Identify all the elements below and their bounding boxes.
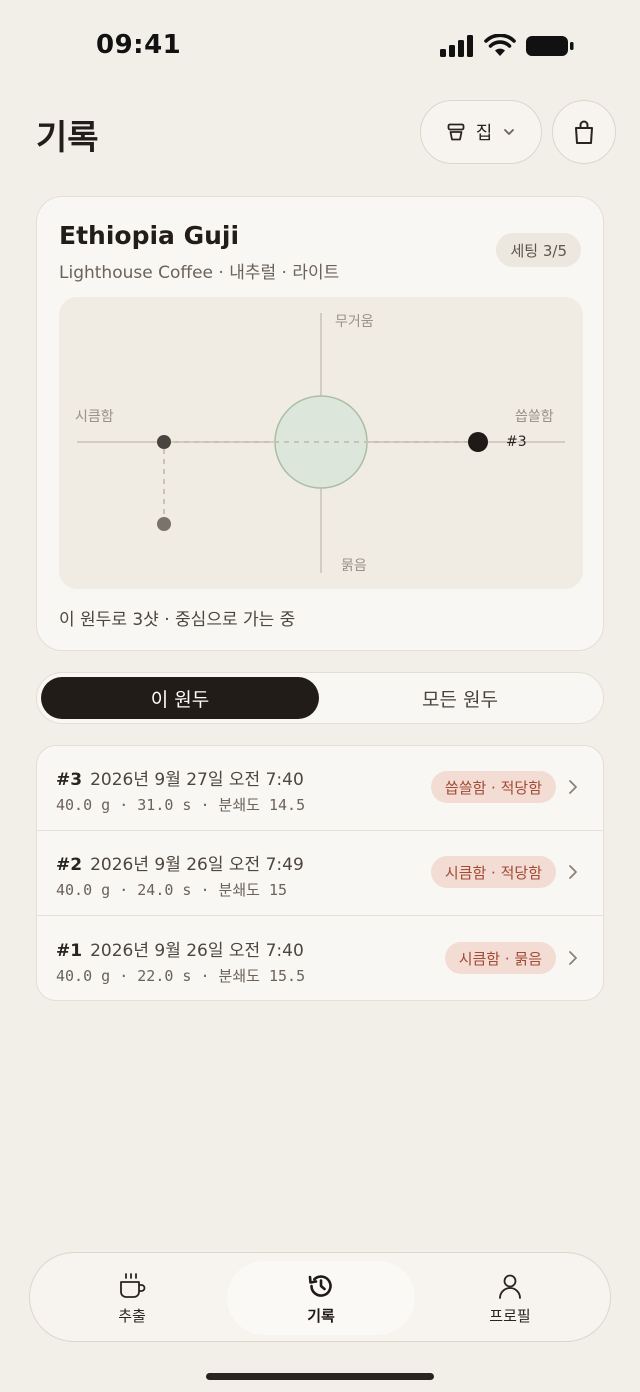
bean-name: Ethiopia Guji [59,221,240,250]
shot-number: #3 [56,770,83,790]
shot-point-2 [157,435,171,449]
wifi-icon [484,34,516,56]
bottom-nav: 추출 기록 프로필 [29,1252,611,1342]
tab-all-beans[interactable]: 모든 원두 [319,677,601,719]
espresso-machine-icon [447,123,465,141]
history-row[interactable]: #3 2026년 9월 27일 오전 7:40 40.0 g · 31.0 s ·… [37,746,603,831]
taste-compass-graphic [77,313,565,573]
location-selector[interactable]: 집 [420,100,542,164]
shot-point-3 [468,432,488,452]
row-header: #2 2026년 9월 26일 오전 7:49 [56,850,304,875]
status-bar: 09:41 [0,0,640,90]
chevron-right-icon [569,865,577,879]
axis-label-bottom: 묽음 [341,558,367,574]
nav-item-history[interactable]: 기록 [227,1261,415,1335]
status-time: 09:41 [96,30,182,60]
location-label: 집 [475,123,493,144]
progress-text: 이 원두로 3샷 · 중심으로 가는 중 [59,610,296,630]
shot-history-list: #3 2026년 9월 27일 오전 7:40 40.0 g · 31.0 s ·… [36,745,604,1001]
nav-item-profile[interactable]: 프로필 [416,1261,604,1335]
shot-point-1 [157,517,171,531]
page-title: 기록 [36,118,99,158]
history-row[interactable]: #2 2026년 9월 26일 오전 7:49 40.0 g · 24.0 s ·… [37,831,603,916]
nav-label: 프로필 [489,1307,531,1325]
taste-tag: 시큼함 · 묽음 [444,942,556,974]
nav-item-brew[interactable]: 추출 [38,1261,226,1335]
shopping-bag-button[interactable] [552,100,616,164]
current-shot-label: #3 [506,434,527,450]
axis-label-top: 무거움 [335,314,374,330]
row-header: #1 2026년 9월 26일 오전 7:40 [56,936,304,961]
status-icons [440,34,574,58]
taste-tag: 시큼함 · 적당함 [430,856,556,888]
shot-stats: 40.0 g · 24.0 s · 분쇄도 15 [56,881,288,899]
header: 기록 집 [0,100,640,164]
cellular-signal-icon [440,35,473,57]
home-indicator [206,1373,434,1380]
battery-icon [526,36,574,56]
shot-stats: 40.0 g · 31.0 s · 분쇄도 14.5 [56,796,306,814]
bean-card[interactable]: Ethiopia Guji Lighthouse Coffee · 내추럴 · … [36,196,604,651]
bean-subtitle: Lighthouse Coffee · 내추럴 · 라이트 [59,263,340,283]
taste-compass: 무거움 묽음 시큼함 씁쓸함 #3 [59,297,583,589]
axis-label-right: 씁쓸함 [515,409,554,425]
row-header: #3 2026년 9월 27일 오전 7:40 [56,765,304,790]
shot-date: 2026년 9월 27일 오전 7:40 [90,770,304,790]
shot-number: #2 [56,855,83,875]
chevron-down-icon [504,129,515,135]
nav-label: 기록 [307,1307,335,1325]
taste-tag: 씁쓸함 · 적당함 [430,771,556,803]
shot-date: 2026년 9월 26일 오전 7:49 [90,855,304,875]
chevron-right-icon [569,951,577,965]
history-row[interactable]: #1 2026년 9월 26일 오전 7:40 40.0 g · 22.0 s ·… [37,917,603,1000]
bean-filter-segmented: 이 원두 모든 원두 [36,672,604,724]
shopping-bag-icon [575,120,593,144]
setting-badge: 세팅 3/5 [496,233,581,267]
coffee-cup-icon [120,1273,146,1298]
shot-stats: 40.0 g · 22.0 s · 분쇄도 15.5 [56,967,306,985]
history-icon [308,1275,332,1297]
axis-label-left: 시큼함 [75,409,114,425]
shot-date: 2026년 9월 26일 오전 7:40 [90,941,304,961]
shot-number: #1 [56,941,83,961]
nav-label: 추출 [118,1307,146,1325]
tab-this-bean[interactable]: 이 원두 [41,677,319,719]
chevron-right-icon [569,780,577,794]
person-icon [499,1274,521,1299]
